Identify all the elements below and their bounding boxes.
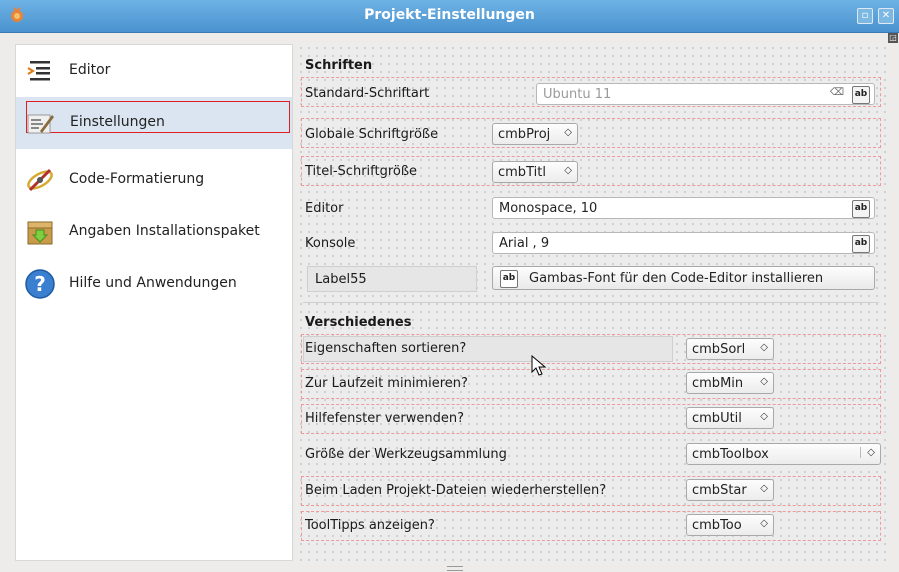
svg-text:?: ? bbox=[34, 272, 46, 296]
minimize-runtime-combo[interactable]: cmbMin ◇ bbox=[686, 372, 774, 394]
section-divider bbox=[303, 302, 879, 303]
editor-font-value: Monospace, 10 bbox=[499, 201, 598, 216]
combo-value: cmbTitl bbox=[498, 165, 546, 180]
sidebar-item-label: Code-Formatierung bbox=[69, 171, 205, 187]
global-size-label: Globale Schriftgröße bbox=[305, 127, 439, 142]
section-heading-verschiedenes: Verschiedenes bbox=[305, 315, 412, 330]
sort-properties-combo[interactable]: cmbSorl ◇ bbox=[686, 338, 774, 360]
settings-icon bbox=[27, 114, 54, 134]
sort-properties-label: Eigenschaften sortieren? bbox=[305, 341, 467, 356]
chevron-updown-icon: ◇ bbox=[564, 127, 572, 138]
close-button[interactable]: ✕ bbox=[878, 8, 894, 24]
chevron-updown-icon: ◇ bbox=[760, 518, 768, 529]
settings-sidebar: Editor Einstellungen Code-Formatierung A… bbox=[15, 44, 293, 561]
chevron-updown-icon: ◇ bbox=[760, 376, 768, 387]
global-size-combo[interactable]: cmbProj ◇ bbox=[492, 123, 578, 145]
editor-font-label: Editor bbox=[305, 201, 344, 216]
editor-font-field[interactable]: Monospace, 10 ab bbox=[492, 197, 875, 219]
chevron-updown-icon: ◇ bbox=[760, 483, 768, 494]
standard-font-label: Standard-Schriftart bbox=[305, 86, 430, 101]
package-icon bbox=[27, 221, 53, 245]
section-heading-schriften: Schriften bbox=[305, 58, 373, 73]
project-settings-window: Projekt-Einstellungen ▫ ✕ ◲ Editor Einst… bbox=[0, 0, 899, 572]
resize-grip[interactable] bbox=[447, 566, 463, 571]
combo-value: cmbSorl bbox=[692, 342, 746, 357]
sidebar-item-einstellungen[interactable]: Einstellungen bbox=[16, 97, 292, 149]
console-font-label: Konsole bbox=[305, 236, 356, 251]
sidebar-item-label: Angaben Installationspaket bbox=[69, 223, 260, 239]
combo-value: cmbUtil bbox=[692, 411, 742, 426]
console-font-value: Arial , 9 bbox=[499, 236, 550, 251]
font-icon: ab bbox=[500, 270, 518, 288]
help-window-label: Hilfefenster verwenden? bbox=[305, 411, 465, 426]
title-bar[interactable]: Projekt-Einstellungen ▫ ✕ bbox=[0, 0, 899, 33]
help-icon: ? bbox=[25, 269, 55, 299]
install-gambas-font-button[interactable]: ab Gambas-Font für den Code-Editor insta… bbox=[492, 266, 875, 290]
clear-icon[interactable]: ⌫ bbox=[830, 87, 844, 98]
maximize-button[interactable]: ▫ bbox=[857, 8, 873, 24]
mouse-pointer-icon bbox=[531, 355, 547, 376]
sidebar-item-label: Hilfe und Anwendungen bbox=[69, 275, 237, 291]
combo-value: cmbMin bbox=[692, 376, 744, 391]
tooltips-label: ToolTipps anzeigen? bbox=[305, 518, 435, 533]
standard-font-placeholder: Ubuntu 11 bbox=[543, 87, 612, 102]
combo-value: cmbToo bbox=[692, 518, 742, 533]
chevron-updown-icon: ◇ bbox=[564, 165, 572, 176]
sidebar-item-code-formatierung[interactable]: Code-Formatierung bbox=[16, 154, 292, 206]
tooltips-combo[interactable]: cmbToo ◇ bbox=[686, 514, 774, 536]
title-size-combo[interactable]: cmbTitl ◇ bbox=[492, 161, 578, 183]
sidebar-item-label: Editor bbox=[69, 62, 111, 78]
combo-value: cmbToolbox bbox=[692, 447, 769, 462]
install-button-label: Gambas-Font für den Code-Editor installi… bbox=[529, 271, 824, 286]
chevron-updown-icon: ◇ bbox=[760, 411, 768, 422]
window-title: Projekt-Einstellungen bbox=[364, 7, 535, 23]
minimize-runtime-label: Zur Laufzeit minimieren? bbox=[305, 376, 468, 391]
sidebar-item-editor[interactable]: Editor bbox=[16, 45, 292, 97]
title-size-label: Titel-Schriftgröße bbox=[305, 164, 418, 179]
font-picker-icon[interactable]: ab bbox=[852, 86, 870, 104]
standard-font-field[interactable]: Ubuntu 11 ⌫ ab bbox=[536, 83, 875, 105]
toolbox-size-label: Größe der Werkzeugsammlung bbox=[305, 447, 507, 462]
help-window-combo[interactable]: cmbUtil ◇ bbox=[686, 407, 774, 429]
chevron-updown-icon: ◇ bbox=[760, 342, 768, 353]
settings-content-panel: Schriften Standard-Schriftart Ubuntu 11 … bbox=[297, 44, 889, 564]
chevron-updown-icon: ◇ bbox=[860, 447, 875, 458]
combo-value: cmbProj bbox=[498, 127, 551, 142]
sidebar-item-label: Einstellungen bbox=[70, 114, 165, 130]
sidebar-item-hilfe[interactable]: ? Hilfe und Anwendungen bbox=[16, 258, 292, 310]
restore-files-combo[interactable]: cmbStar ◇ bbox=[686, 479, 774, 501]
font-picker-icon[interactable]: ab bbox=[852, 200, 870, 218]
editor-icon bbox=[27, 61, 50, 81]
code-format-icon bbox=[27, 168, 53, 192]
toolbox-size-combo[interactable]: cmbToolbox ◇ bbox=[686, 443, 881, 465]
resize-corner-icon[interactable]: ◲ bbox=[888, 33, 898, 43]
font-picker-icon[interactable]: ab bbox=[852, 235, 870, 253]
console-font-field[interactable]: Arial , 9 ab bbox=[492, 232, 875, 254]
label55: Label55 bbox=[315, 272, 367, 287]
restore-files-label: Beim Laden Projekt-Dateien wiederherstel… bbox=[305, 483, 607, 498]
combo-value: cmbStar bbox=[692, 483, 747, 498]
sidebar-item-installationspaket[interactable]: Angaben Installationspaket bbox=[16, 206, 292, 258]
